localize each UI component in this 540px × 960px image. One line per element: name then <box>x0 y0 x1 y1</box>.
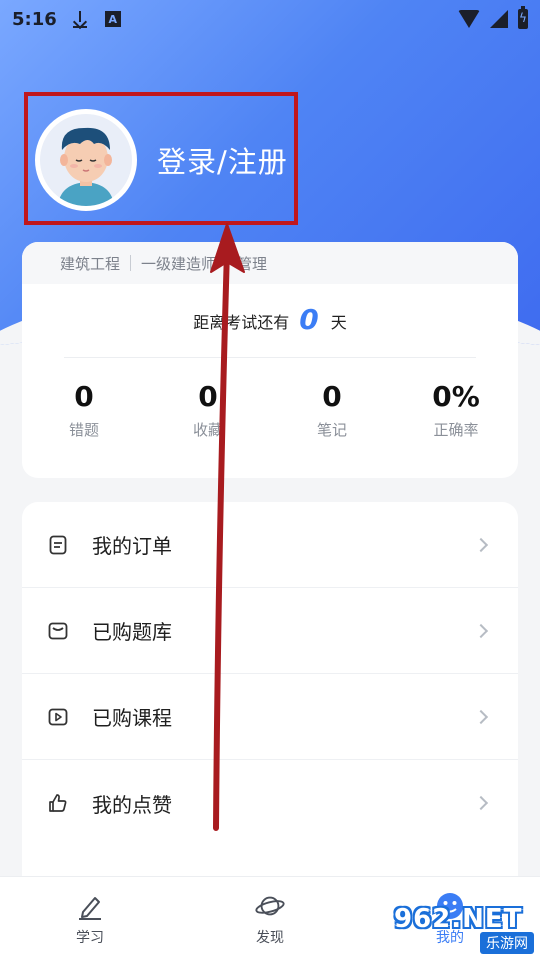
exam-stats-card: 建筑工程 一级建造师 管理 距离考试还有 0 天 0 错题 0 收藏 0 笔记 … <box>22 242 518 478</box>
nav-tab-study[interactable]: 学习 <box>0 877 180 960</box>
chevron-right-icon <box>473 537 489 552</box>
exam-countdown: 距离考试还有 0 天 <box>64 284 476 358</box>
countdown-suffix: 天 <box>330 312 347 332</box>
menu-item-label: 我的点赞 <box>92 792 172 817</box>
nav-label: 学习 <box>76 929 104 946</box>
question-bank-icon <box>48 621 68 641</box>
exam-category-tags[interactable]: 建筑工程 一级建造师 管理 <box>22 242 518 284</box>
download-icon <box>71 10 89 28</box>
countdown-prefix: 距离考试还有 <box>193 312 290 332</box>
stat-value: 0 <box>74 380 94 413</box>
menu-item-purchased-question-bank[interactable]: 已购题库 <box>22 588 518 674</box>
stat-value: 0 <box>322 380 342 413</box>
stat-wrong-questions[interactable]: 0 错题 <box>22 380 146 440</box>
stat-label: 笔记 <box>316 421 347 439</box>
video-course-icon <box>48 707 68 727</box>
wifi-icon <box>458 10 480 28</box>
countdown-days: 0 <box>299 303 319 336</box>
watermark-top: 962.NET <box>394 904 523 934</box>
tag-divider <box>130 255 132 271</box>
stat-notes[interactable]: 0 笔记 <box>270 380 394 440</box>
planet-icon <box>255 891 285 921</box>
signal-icon <box>490 10 508 28</box>
menu-item-purchased-courses[interactable]: 已购课程 <box>22 674 518 760</box>
stats-row: 0 错题 0 收藏 0 笔记 0% 正确率 <box>22 380 518 440</box>
stat-label: 正确率 <box>433 421 479 439</box>
menu-list: 我的订单 已购题库 已购课程 我的点赞 <box>22 502 518 902</box>
thumbs-up-icon <box>48 793 68 813</box>
stat-value: 0 <box>198 380 218 413</box>
order-icon <box>48 535 68 555</box>
battery-charging-icon <box>518 6 528 29</box>
watermark-logo: 962.NET 乐游网 <box>394 904 534 954</box>
menu-item-label: 已购课程 <box>92 706 172 730</box>
nav-label: 发现 <box>256 929 284 946</box>
status-bar: 5:16 A <box>0 0 540 38</box>
watermark-bottom: 乐游网 <box>480 932 534 954</box>
chevron-right-icon <box>473 623 489 638</box>
pen-icon <box>75 891 105 921</box>
chevron-right-icon <box>473 795 489 811</box>
stat-favorites[interactable]: 0 收藏 <box>146 380 270 440</box>
menu-item-orders[interactable]: 我的订单 <box>22 502 518 588</box>
menu-item-label: 我的订单 <box>92 534 172 558</box>
menu-item-my-likes[interactable]: 我的点赞 <box>22 760 518 846</box>
highlight-box <box>24 92 298 225</box>
status-time: 5:16 <box>12 8 57 30</box>
tag-item: 建筑工程 <box>60 254 121 273</box>
menu-item-label: 已购题库 <box>92 620 172 644</box>
stat-label: 收藏 <box>192 421 223 439</box>
tag-item: 一级建造师 <box>141 254 217 273</box>
stat-label: 错题 <box>68 421 99 439</box>
chevron-right-icon <box>473 709 489 724</box>
nav-tab-discover[interactable]: 发现 <box>180 877 360 960</box>
tag-item: 管理 <box>237 254 268 273</box>
stat-value: 0% <box>432 380 480 413</box>
tag-divider <box>226 255 228 271</box>
stat-accuracy[interactable]: 0% 正确率 <box>394 380 518 440</box>
a-icon: A <box>104 11 121 27</box>
